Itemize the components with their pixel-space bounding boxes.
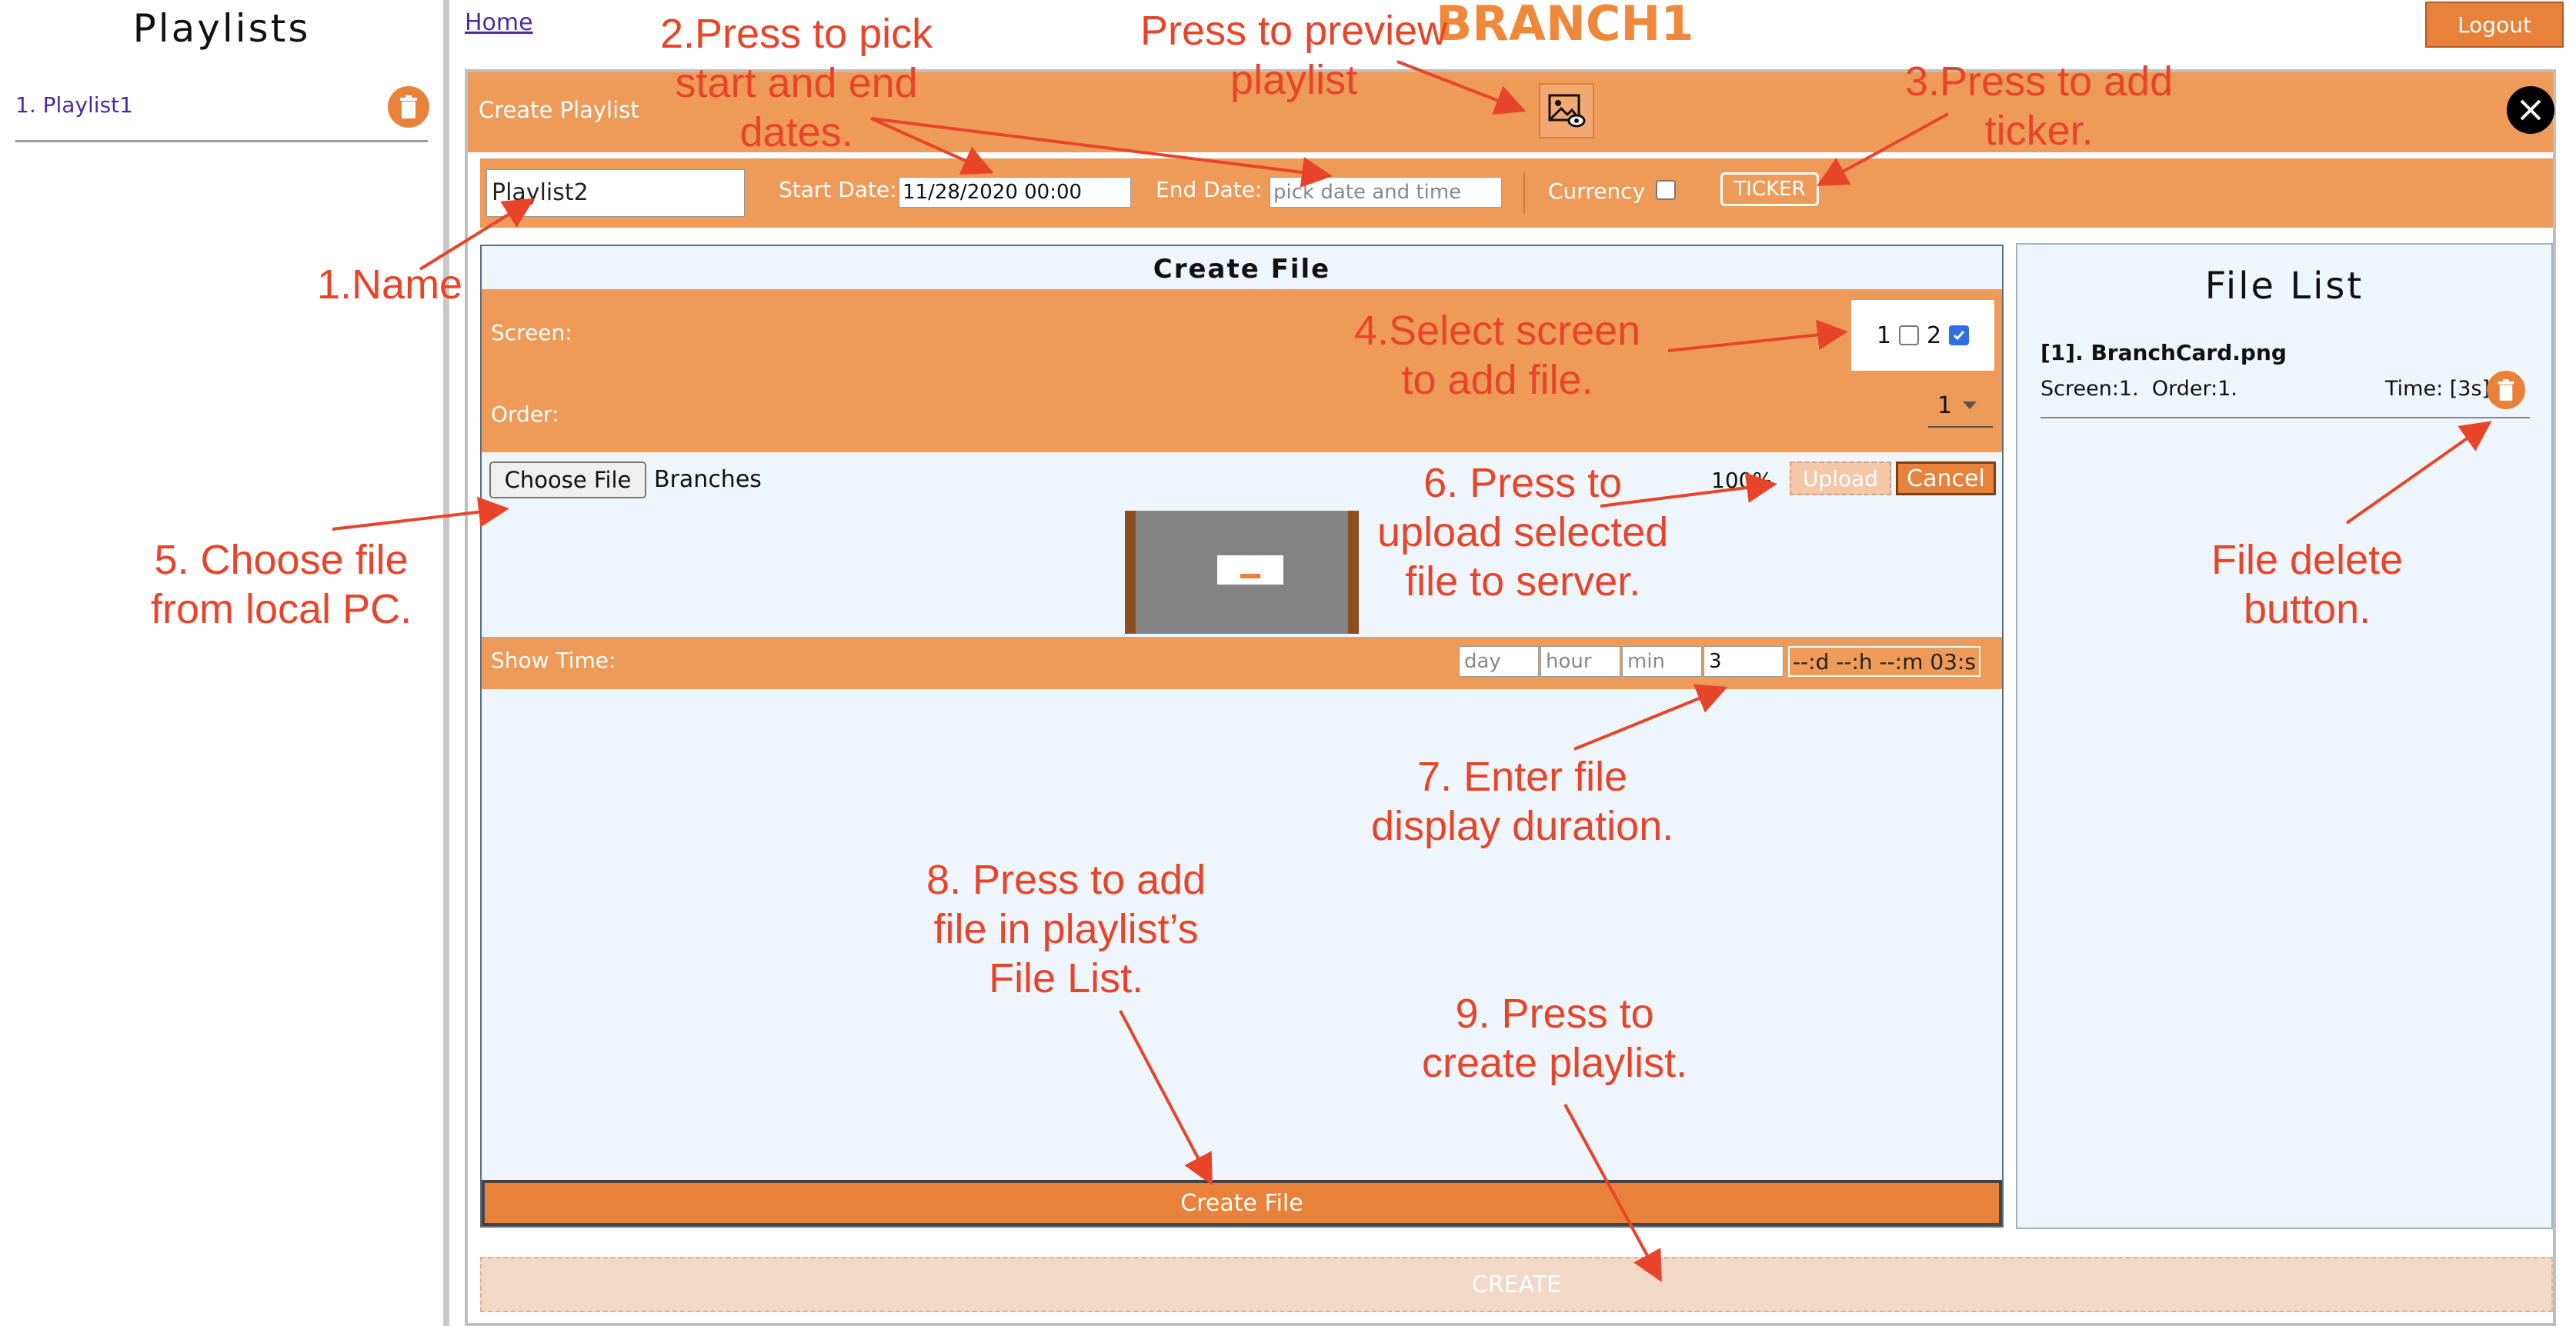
arrow-add-file — [1119, 1010, 1213, 1186]
arrow-create — [1563, 1104, 1662, 1283]
arrow-screen — [1667, 319, 1848, 352]
arrow-ticker — [1816, 112, 1949, 186]
arrow-end-date — [870, 117, 1333, 188]
arrow-choose — [332, 496, 509, 531]
arrow-preview — [1396, 60, 1527, 115]
arrow-duration — [1573, 684, 1728, 751]
arrow-upload — [1600, 472, 1777, 508]
arrow-delete — [2345, 421, 2492, 525]
arrow-name — [419, 198, 535, 271]
annotation-arrows — [332, 60, 2492, 1283]
